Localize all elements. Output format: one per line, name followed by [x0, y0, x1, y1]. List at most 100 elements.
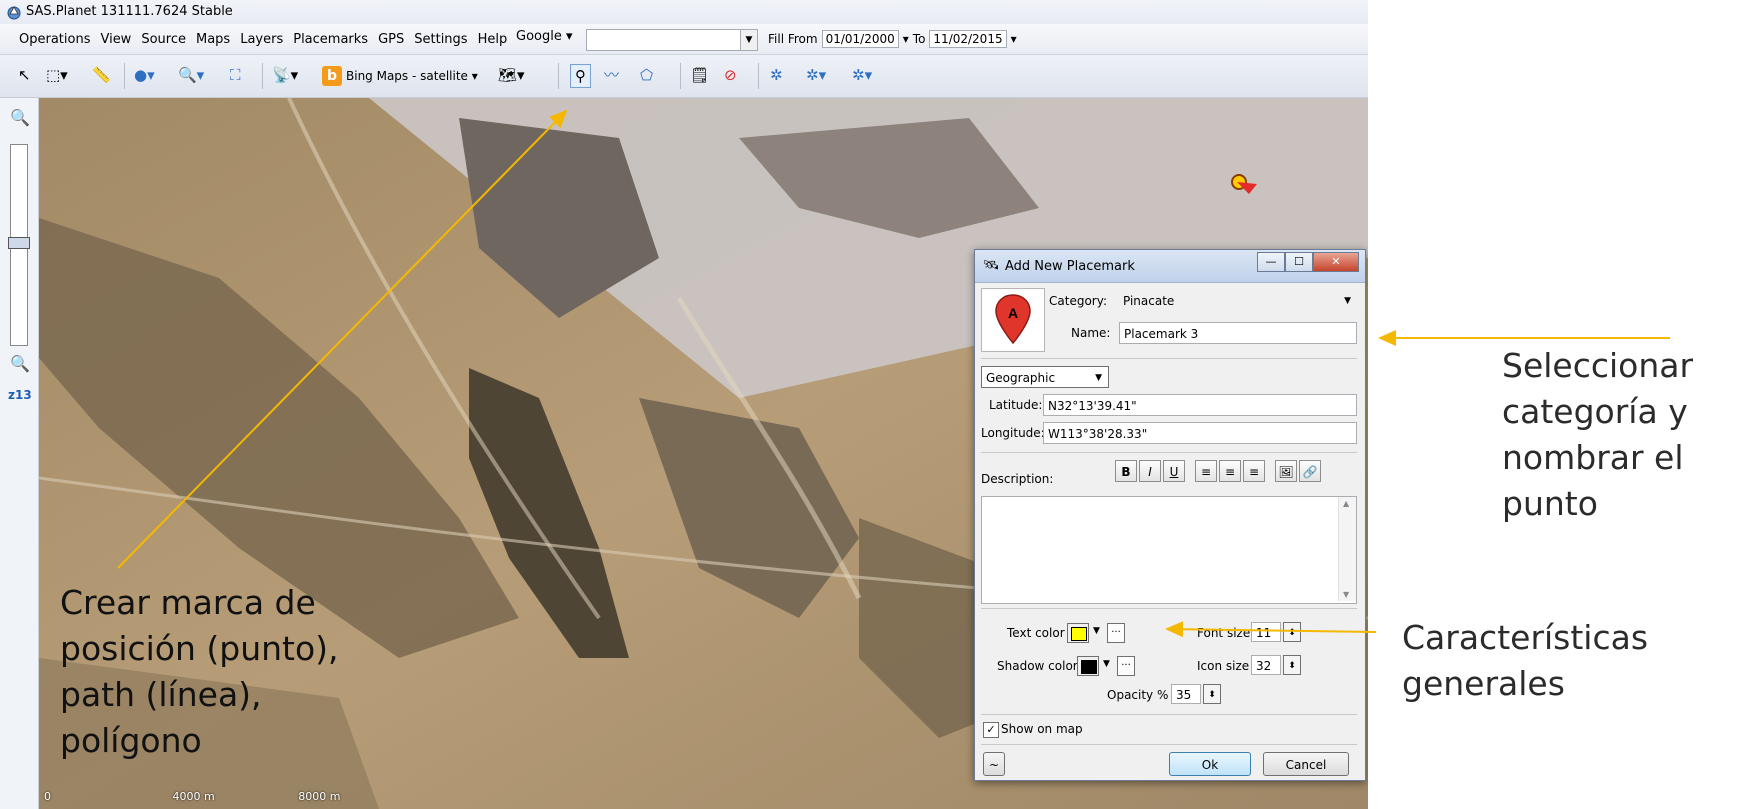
chevron-down-icon[interactable]: ▼	[1103, 659, 1110, 669]
underline-button[interactable]: U	[1163, 460, 1185, 482]
map-source-label: Bing Maps - satellite ▾	[346, 68, 478, 83]
description-textarea[interactable]: ▲ ▼	[981, 496, 1357, 604]
annotation-line: generales	[1402, 664, 1565, 703]
menu-source[interactable]: Source	[136, 32, 191, 47]
globe-icon[interactable]: ●▾	[134, 64, 155, 86]
search-input[interactable]: ▼	[586, 29, 758, 51]
polygon-icon[interactable]: ⬠	[640, 64, 653, 86]
bing-icon: b	[322, 65, 342, 86]
sasplanet-window: SAS.Planet 131111.7624 Stable Operations…	[0, 0, 1368, 809]
text-color-chip	[1071, 627, 1087, 641]
scroll-up-icon[interactable]: ▲	[1343, 499, 1349, 508]
extra-options-button[interactable]: ~	[983, 752, 1005, 776]
menu-gps[interactable]: GPS	[373, 32, 409, 47]
satellite-icon[interactable]: 📡▾	[272, 64, 298, 86]
shadow-color-more-button[interactable]: ...	[1117, 656, 1135, 676]
minimize-button[interactable]: —	[1257, 252, 1285, 272]
fullscreen-icon[interactable]: ⛶	[230, 64, 241, 86]
map-source-selector[interactable]: b Bing Maps - satellite ▾	[322, 64, 478, 87]
map-scale-bar: 0 4000 m 8000 m	[44, 790, 340, 803]
layers-icon[interactable]: 🗺▾	[498, 64, 525, 86]
cursor-icon[interactable]: ↖	[18, 64, 31, 86]
insert-image-icon[interactable]: 🖼	[1275, 460, 1297, 482]
coord-system-value: Geographic	[986, 371, 1056, 385]
sasplanet-app-icon: 🛰	[983, 258, 1000, 273]
dialog-title-bar: 🛰 Add New Placemark — ☐ ✕	[975, 250, 1365, 283]
align-right-icon[interactable]: ≡	[1243, 460, 1265, 482]
window-title: SAS.Planet 131111.7624 Stable	[26, 4, 233, 19]
note-icon[interactable]: 🗒	[690, 64, 709, 86]
map-pin-icon: A	[995, 294, 1031, 345]
maximize-button[interactable]: ☐	[1285, 252, 1313, 272]
shadow-color-swatch[interactable]	[1077, 656, 1099, 676]
no-entry-icon[interactable]: ⊘	[724, 64, 737, 86]
search-source-dropdown[interactable]: Google ▾	[516, 29, 573, 44]
icon-size-field[interactable]: 32	[1251, 655, 1281, 675]
text-color-more-button[interactable]: ...	[1107, 623, 1125, 643]
menu-help[interactable]: Help	[473, 32, 513, 47]
ruler-icon[interactable]: 📏	[92, 64, 111, 86]
gps-options-icon[interactable]: ✲▾	[852, 64, 872, 86]
insert-link-icon[interactable]: 🔗	[1299, 460, 1321, 482]
menu-view[interactable]: View	[95, 32, 136, 47]
close-button[interactable]: ✕	[1313, 252, 1359, 272]
divider	[981, 358, 1357, 359]
category-label: Category:	[1049, 294, 1107, 308]
scale-label-0: 0	[44, 790, 51, 803]
fill-from-date[interactable]: 01/01/2000	[821, 30, 899, 48]
fill-date-range: Fill From 01/01/2000 ▾ To 11/02/2015 ▾	[768, 30, 1017, 48]
zoom-slider-handle[interactable]	[8, 237, 30, 249]
ok-button[interactable]: Ok	[1169, 752, 1251, 776]
placemark-icon-picker[interactable]: A	[981, 288, 1045, 352]
gps-track-icon[interactable]: ✲▾	[806, 64, 826, 86]
select-area-icon[interactable]: ⬚▾	[46, 64, 68, 86]
path-icon[interactable]: 〰	[604, 64, 619, 86]
shadow-color-label: Shadow color	[997, 659, 1078, 673]
name-field[interactable]: Placemark 3	[1119, 322, 1357, 344]
chevron-down-icon[interactable]: ▾	[1011, 32, 1017, 46]
icon-size-spinner[interactable]: ⬍	[1283, 655, 1301, 675]
cancel-button[interactable]: Cancel	[1263, 752, 1349, 776]
coord-system-select[interactable]: Geographic ▼	[981, 366, 1109, 388]
font-size-label: Font size	[1197, 626, 1251, 640]
menu-maps[interactable]: Maps	[191, 32, 235, 47]
italic-button[interactable]: I	[1139, 460, 1161, 482]
zoom-in-icon[interactable]: 🔍	[10, 108, 30, 127]
latitude-field[interactable]: N32°13'39.41"	[1043, 394, 1357, 416]
chevron-down-icon[interactable]: ▼	[740, 30, 757, 50]
chevron-down-icon[interactable]: ▼	[1093, 626, 1100, 636]
opacity-spinner[interactable]: ⬍	[1203, 684, 1221, 704]
main-toolbar: ↖ ⬚▾ 📏 ●▾ 🔍▾ ⛶ 📡▾ b Bing Maps - satellite…	[0, 55, 1368, 98]
menu-layers[interactable]: Layers	[235, 32, 288, 47]
fill-to-date[interactable]: 11/02/2015	[929, 30, 1007, 48]
menu-operations[interactable]: Operations	[14, 32, 95, 47]
scroll-down-icon[interactable]: ▼	[1343, 590, 1349, 599]
menu-placemarks[interactable]: Placemarks	[288, 32, 373, 47]
latitude-label: Latitude:	[989, 398, 1043, 412]
longitude-field[interactable]: W113°38'28.33"	[1043, 422, 1357, 444]
font-size-spinner[interactable]: ⬍	[1283, 622, 1301, 642]
align-center-icon[interactable]: ≡	[1219, 460, 1241, 482]
font-size-field[interactable]: 11	[1251, 622, 1281, 642]
map-annotation: Crear marca de posición (punto), path (l…	[60, 580, 339, 764]
menu-settings[interactable]: Settings	[409, 32, 472, 47]
gps-icon[interactable]: ✲	[770, 64, 783, 86]
text-color-label: Text color	[1007, 626, 1065, 640]
annotation-line: Seleccionar	[1502, 346, 1694, 385]
chevron-down-icon[interactable]: ▾	[903, 32, 909, 46]
annotation-line: punto	[1502, 484, 1598, 523]
show-on-map-checkbox[interactable]: ✓	[983, 722, 999, 738]
zoom-slider[interactable]	[8, 144, 30, 346]
placemark-point-icon[interactable]: ⚲	[570, 64, 591, 88]
category-select[interactable]: Pinacate ▼	[1119, 290, 1357, 312]
divider	[981, 452, 1357, 453]
menu-bar: Operations View Source Maps Layers Place…	[0, 24, 1368, 55]
zoom-out-icon[interactable]: 🔍	[10, 354, 30, 373]
text-color-swatch[interactable]	[1067, 623, 1089, 643]
opacity-label: Opacity %	[1107, 688, 1169, 702]
align-left-icon[interactable]: ≡	[1195, 460, 1217, 482]
opacity-field[interactable]: 35	[1171, 684, 1201, 704]
bold-button[interactable]: B	[1115, 460, 1137, 482]
zoom-icon[interactable]: 🔍▾	[178, 64, 204, 86]
description-scrollbar[interactable]: ▲ ▼	[1338, 497, 1356, 601]
